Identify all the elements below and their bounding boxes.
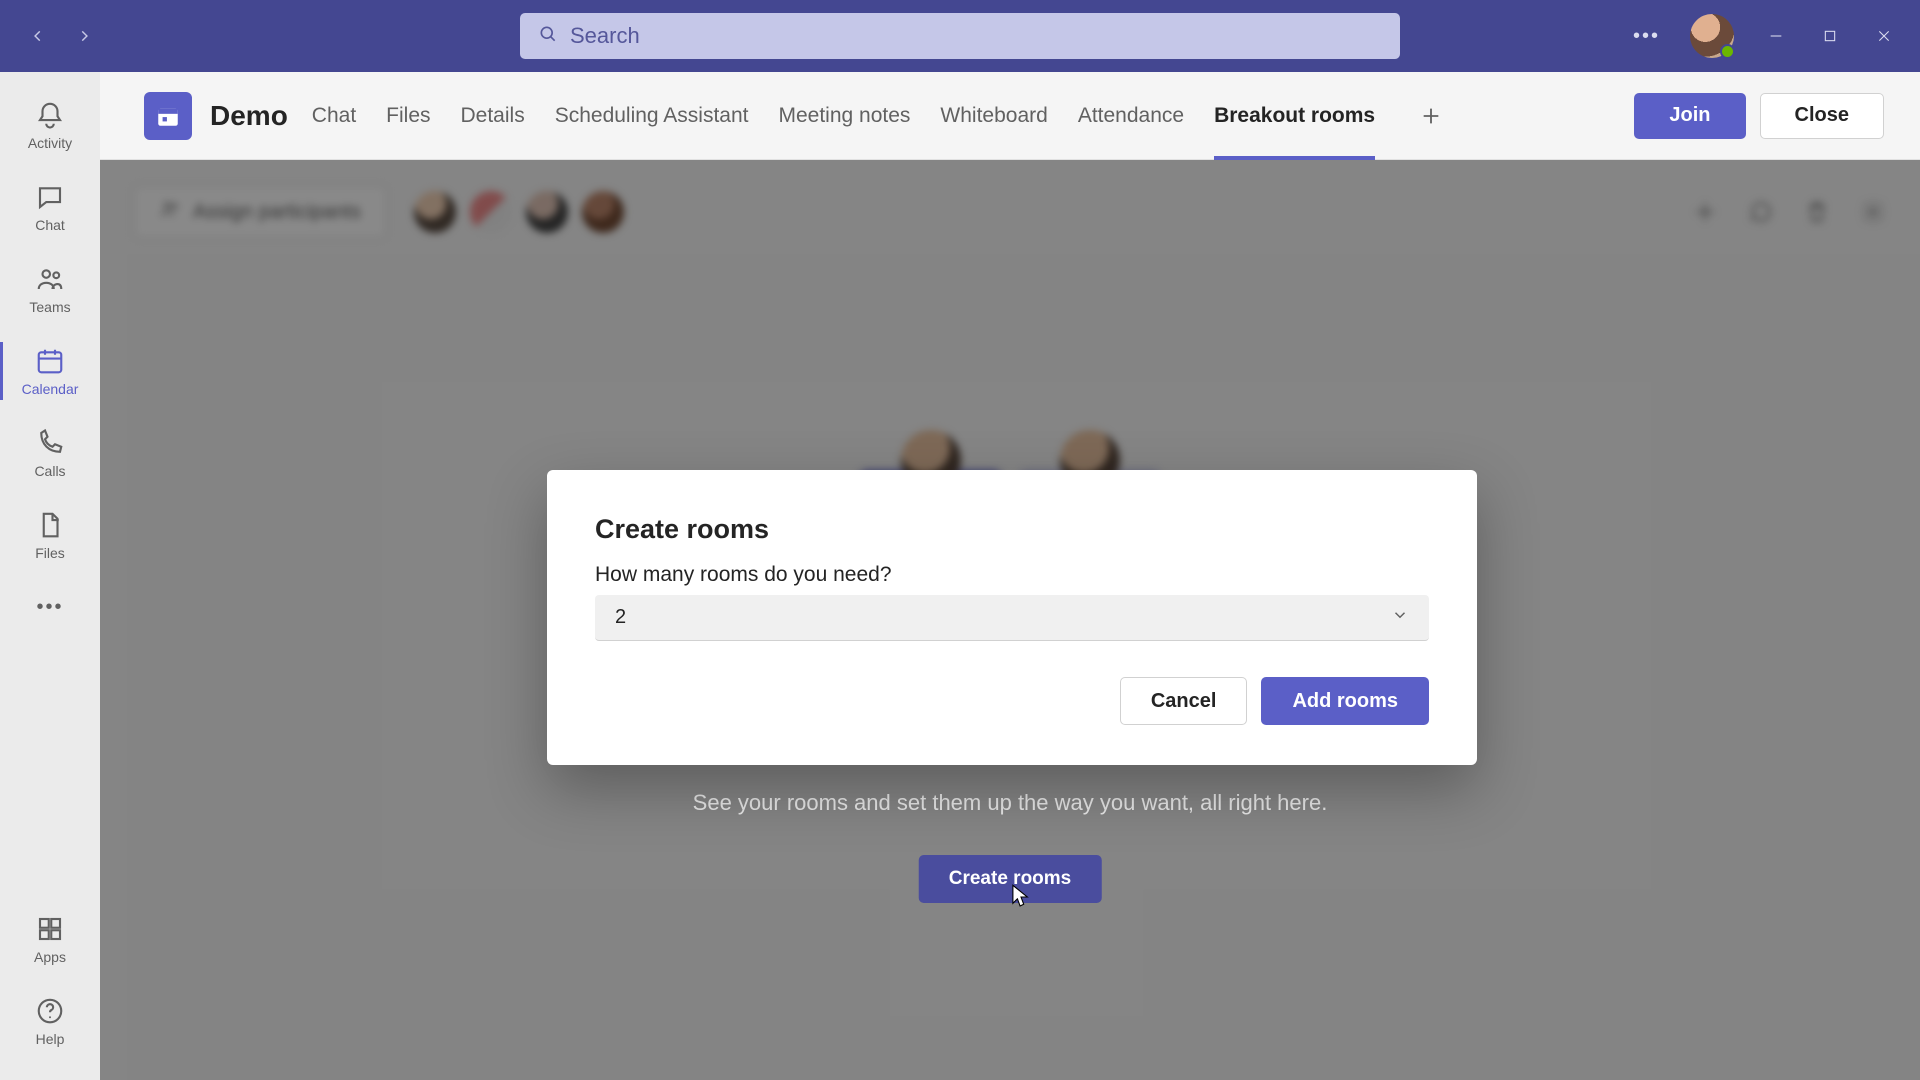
search-input[interactable] [570, 23, 1382, 49]
rail-calendar[interactable]: Calendar [0, 330, 100, 412]
tab-scheduling-assistant[interactable]: Scheduling Assistant [555, 72, 749, 160]
forward-button[interactable] [72, 24, 96, 48]
rail-label: Apps [34, 949, 66, 965]
settings-more-icon[interactable]: ••• [1633, 25, 1660, 48]
close-window-button[interactable] [1872, 24, 1896, 48]
minimize-button[interactable] [1764, 24, 1788, 48]
calendar-icon [144, 92, 192, 140]
rail-label: Calls [34, 463, 65, 479]
maximize-button[interactable] [1818, 24, 1842, 48]
tab-files[interactable]: Files [386, 72, 430, 160]
rail-label: Calendar [22, 381, 79, 397]
tab-meeting-notes[interactable]: Meeting notes [779, 72, 911, 160]
cancel-button[interactable]: Cancel [1120, 677, 1248, 725]
rail-more-icon[interactable]: ••• [36, 582, 63, 632]
rail-teams[interactable]: Teams [0, 248, 100, 330]
tab-breakout-rooms[interactable]: Breakout rooms [1214, 72, 1375, 160]
meeting-tabs: Chat Files Details Scheduling Assistant … [312, 72, 1445, 160]
room-count-value: 2 [615, 606, 626, 629]
close-button[interactable]: Close [1760, 93, 1884, 139]
add-tab-button[interactable] [1417, 102, 1445, 130]
tab-attendance[interactable]: Attendance [1078, 72, 1184, 160]
dialog-title: Create rooms [595, 514, 1429, 545]
rail-label: Teams [29, 299, 70, 315]
rail-activity[interactable]: Activity [0, 84, 100, 166]
search-box[interactable] [520, 13, 1400, 59]
create-rooms-dialog: Create rooms How many rooms do you need?… [547, 470, 1477, 765]
dialog-prompt: How many rooms do you need? [595, 563, 1429, 587]
rail-apps[interactable]: Apps [34, 898, 66, 980]
tab-details[interactable]: Details [461, 72, 525, 160]
room-count-select[interactable]: 2 [595, 595, 1429, 641]
tab-chat[interactable]: Chat [312, 72, 356, 160]
back-button[interactable] [26, 24, 50, 48]
tab-whiteboard[interactable]: Whiteboard [940, 72, 1047, 160]
rail-label: Activity [28, 135, 72, 151]
rail-label: Files [35, 545, 65, 561]
presence-indicator [1720, 44, 1735, 59]
app-rail: Activity Chat Teams Calendar Calls Files… [0, 72, 100, 1080]
rail-chat[interactable]: Chat [0, 166, 100, 248]
rail-calls[interactable]: Calls [0, 412, 100, 494]
user-avatar[interactable] [1690, 14, 1734, 58]
create-rooms-button-overlay[interactable]: Create rooms [919, 855, 1102, 903]
meeting-header: Demo Chat Files Details Scheduling Assis… [100, 72, 1920, 160]
rail-label: Help [36, 1031, 65, 1047]
add-rooms-button[interactable]: Add rooms [1261, 677, 1429, 725]
rail-help[interactable]: Help [34, 980, 66, 1062]
meeting-title: Demo [210, 100, 288, 132]
titlebar: ••• [0, 0, 1920, 72]
search-icon [538, 24, 570, 49]
rail-files[interactable]: Files [0, 494, 100, 576]
join-button[interactable]: Join [1634, 93, 1745, 139]
chevron-down-icon [1391, 606, 1409, 630]
rail-label: Chat [35, 217, 65, 233]
